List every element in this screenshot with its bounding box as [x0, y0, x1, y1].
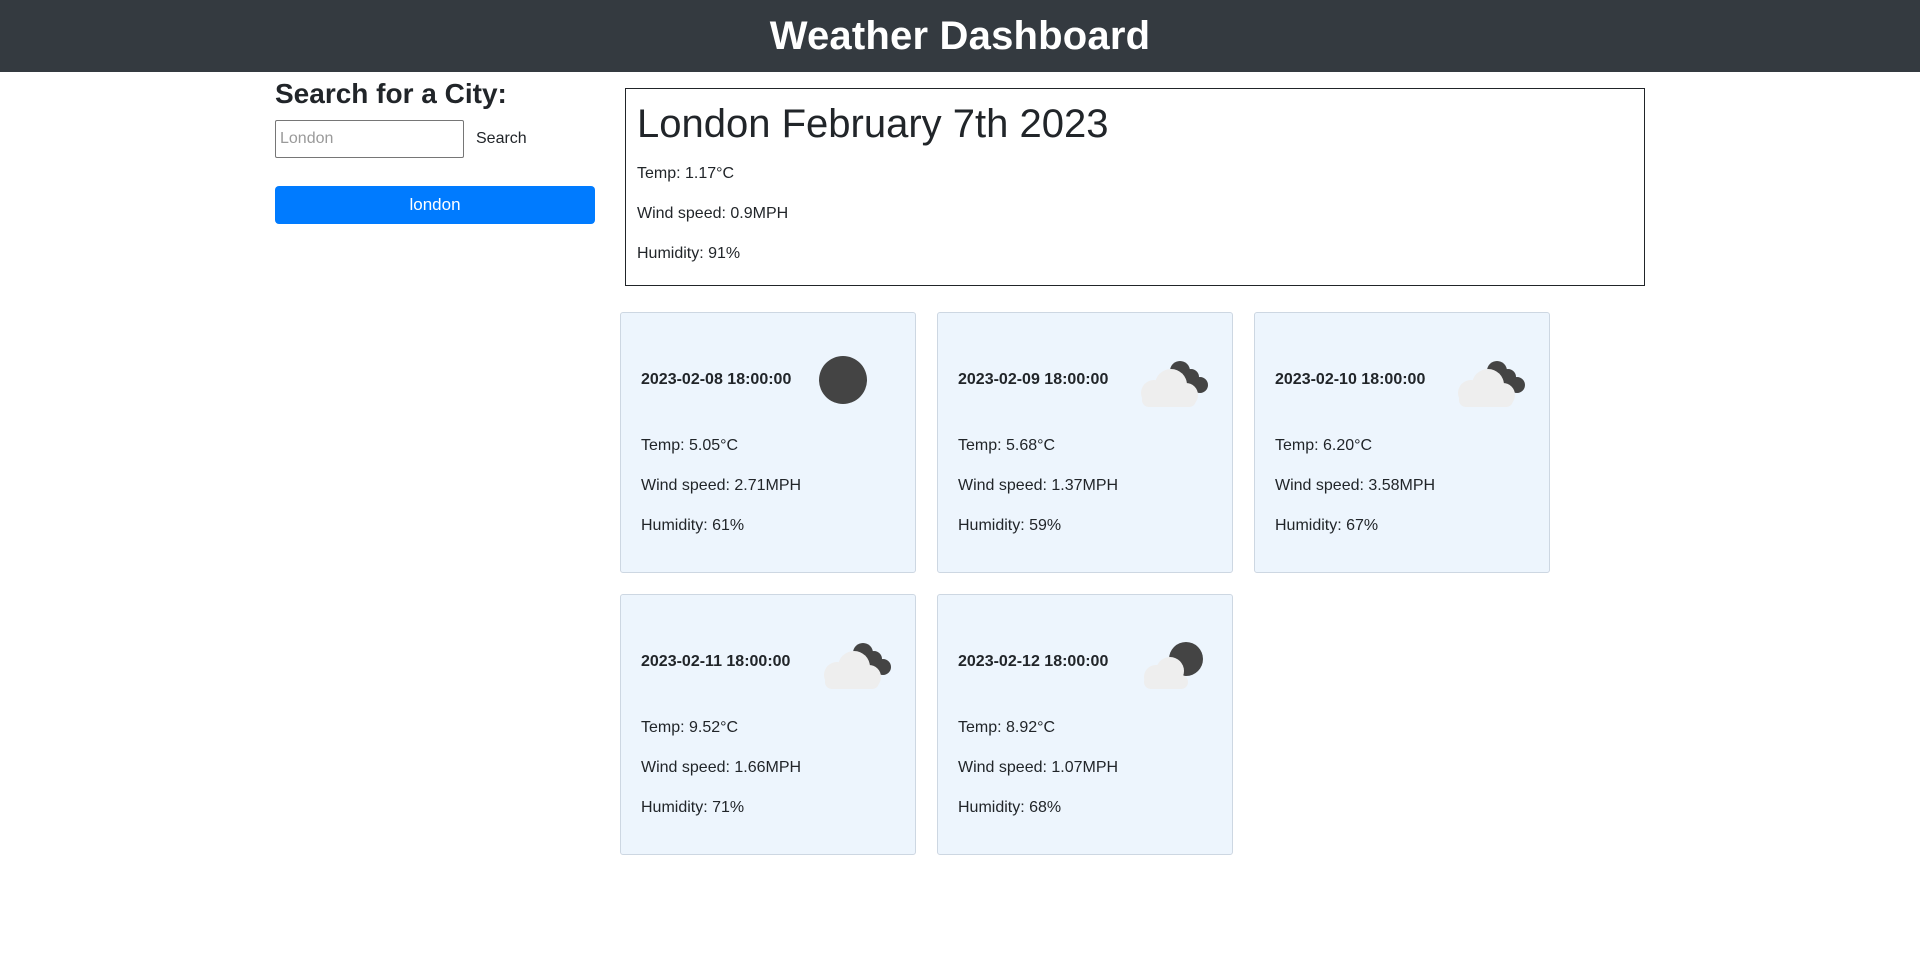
forecast-temp: Temp: 8.92°C: [958, 719, 1056, 736]
forecast-humidity: Humidity: 59%: [958, 517, 1062, 534]
forecast-wind: Wind speed: 1.37MPH: [958, 477, 1119, 494]
history-button-london[interactable]: london: [275, 186, 595, 224]
forecast-date: 2023-02-10 18:00:00: [1275, 371, 1426, 388]
forecast-card: 2023-02-12 18:00:00 Temp: 8.92°C Wind sp…: [937, 594, 1233, 855]
forecast-wind: Wind speed: 1.07MPH: [958, 759, 1119, 776]
forecast-card: 2023-02-11 18:00:00 Temp: 9.52°C Wind sp…: [620, 594, 916, 855]
current-weather-title: London February 7th 2023: [637, 102, 1109, 146]
forecast-date: 2023-02-12 18:00:00: [958, 653, 1109, 670]
forecast-humidity: Humidity: 68%: [958, 799, 1062, 816]
forecast-humidity: Humidity: 61%: [641, 517, 745, 534]
broken-clouds-icon: [1458, 361, 1525, 407]
forecast-temp: Temp: 5.68°C: [958, 437, 1056, 454]
broken-clouds-icon: [1141, 361, 1208, 407]
search-heading: Search for a City:: [275, 78, 507, 109]
forecast-date: 2023-02-11 18:00:00: [641, 653, 791, 670]
forecast-card: 2023-02-10 18:00:00 Temp: 6.20°C Wind sp…: [1254, 312, 1550, 573]
navbar: Weather Dashboard: [0, 0, 1920, 72]
forecast-card: 2023-02-09 18:00:00 Temp: 5.68°C Wind sp…: [937, 312, 1233, 573]
page-title: Weather Dashboard: [769, 13, 1151, 58]
city-search-input[interactable]: [275, 120, 464, 158]
night-clear-icon: [819, 356, 867, 404]
search-row: Search: [275, 120, 595, 158]
forecast-temp: Temp: 9.52°C: [641, 719, 739, 736]
forecast-date: 2023-02-09 18:00:00: [958, 371, 1109, 388]
night-few-clouds-icon: [1144, 642, 1203, 689]
search-panel: Search for a City: Search london: [275, 78, 595, 224]
forecast-humidity: Humidity: 71%: [641, 799, 745, 816]
forecast-humidity: Humidity: 67%: [1275, 517, 1379, 534]
broken-clouds-icon: [824, 643, 891, 689]
current-weather-panel: London February 7th 2023 Temp: 1.17°C Wi…: [625, 88, 1645, 286]
search-button[interactable]: Search: [474, 126, 529, 152]
forecast-temp: Temp: 5.05°C: [641, 437, 739, 454]
forecast-card: 2023-02-08 18:00:00 Temp: 5.05°C Wind sp…: [620, 312, 916, 573]
forecast-wind: Wind speed: 2.71MPH: [641, 477, 802, 494]
forecast-date: 2023-02-08 18:00:00: [641, 371, 792, 388]
current-wind: Wind speed: 0.9MPH: [637, 205, 789, 222]
forecast-wind: Wind speed: 3.58MPH: [1275, 477, 1436, 494]
forecast-wind: Wind speed: 1.66MPH: [641, 759, 802, 776]
current-temp: Temp: 1.17°C: [637, 165, 735, 182]
current-humidity: Humidity: 91%: [637, 245, 741, 262]
forecast-temp: Temp: 6.20°C: [1275, 437, 1373, 454]
